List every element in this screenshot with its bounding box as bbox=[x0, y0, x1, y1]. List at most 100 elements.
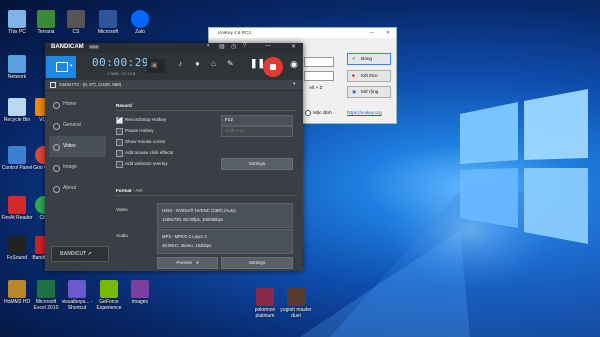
desktop-icon-images[interactable]: images bbox=[124, 280, 156, 305]
stop-icon bbox=[270, 64, 276, 70]
sidebar-item-home[interactable]: Home bbox=[49, 94, 106, 115]
video-label: Video bbox=[116, 207, 128, 212]
video-format-box[interactable]: H264 - NVIDIA® NVENC (CBR) (Auto) 1280x7… bbox=[157, 203, 293, 228]
exit-icon: ■ bbox=[352, 73, 355, 78]
unikey-link[interactable]: https://unikey.org bbox=[347, 110, 382, 115]
desktop-icon-pokemon[interactable]: pokemon platinum bbox=[249, 288, 281, 319]
visualboy-icon bbox=[68, 280, 86, 298]
lock-icon[interactable]: ▪ bbox=[207, 43, 209, 49]
draw-icon[interactable]: ✎ bbox=[227, 59, 234, 68]
resolution-text: 1440x773 - (0, 87), (1440, 860) bbox=[59, 82, 122, 87]
mouse-icon[interactable]: ⌂ bbox=[211, 59, 216, 68]
ket-thuc-button[interactable]: ■ Kết thúc bbox=[347, 70, 391, 82]
home-icon bbox=[53, 102, 60, 109]
video-icon bbox=[53, 144, 60, 151]
pokemon-icon bbox=[256, 288, 274, 306]
mac-dinh-label: Mặc định bbox=[313, 110, 332, 115]
clock-icon[interactable]: ◷ bbox=[231, 43, 236, 50]
format-settings-button[interactable]: Settings bbox=[221, 257, 293, 269]
bandicut-button[interactable]: BANDICUT ↗ bbox=[51, 246, 109, 262]
sidebar-item-general[interactable]: General bbox=[49, 115, 106, 136]
audio-format-box[interactable]: MP3 - MPEG-1 Layer 3 48.0KHz, stereo, 19… bbox=[157, 229, 293, 254]
desktop-icon-excel[interactable]: Microsoft Excel 2010 bbox=[30, 280, 62, 311]
reader-icon bbox=[8, 196, 26, 214]
record-stop-button[interactable] bbox=[263, 57, 283, 77]
click-effects-checkbox[interactable] bbox=[116, 150, 123, 157]
help-icon[interactable]: ? bbox=[243, 43, 246, 49]
minimize-button[interactable]: — bbox=[265, 43, 271, 49]
microphone-icon[interactable]: ● bbox=[195, 59, 200, 68]
desktop-icon-network[interactable]: Network bbox=[1, 55, 33, 80]
audio-label: Audio bbox=[116, 233, 128, 238]
bandicam-window[interactable]: BANDICAM 64bit ▪ ▤ ◷ ? — ✕ ▾ 00:00:29 1.… bbox=[45, 43, 303, 271]
presets-button[interactable]: Presets ▾ bbox=[157, 257, 218, 269]
control-panel-icon bbox=[8, 146, 26, 164]
screen-rectangle-icon bbox=[56, 62, 68, 72]
sidebar-item-about[interactable]: About bbox=[49, 178, 106, 199]
minimize-button[interactable]: — bbox=[369, 28, 374, 38]
terraria-icon bbox=[37, 10, 55, 28]
desktop-icon-visualboy[interactable]: visualboya... - Shortcut bbox=[61, 280, 93, 311]
bandicam-logo: BANDICAM bbox=[51, 44, 84, 50]
speaker-icon[interactable]: ♪ bbox=[178, 59, 182, 68]
sidebar-item-image[interactable]: Image bbox=[49, 157, 106, 178]
record-settings-button[interactable]: Settings bbox=[221, 158, 293, 170]
excel-icon bbox=[37, 280, 55, 298]
bandicam-badge: 64bit bbox=[89, 45, 99, 49]
webcam-button[interactable]: ▣ bbox=[147, 59, 165, 73]
mac-dinh-radio[interactable] bbox=[305, 110, 311, 116]
unikey-title-bar: UniKey 4.6 RC2 — ✕ bbox=[209, 28, 396, 38]
video-settings-panel: Record ✔ Record/Stop Hotkey F12 Pause Ho… bbox=[113, 94, 299, 269]
bandicam-toolbar: ▾ 00:00:29 1.3MB / 22.1GB ▣ ♪ ● ⌂ ✎ ❚❚ ◉ bbox=[45, 53, 303, 80]
expand-icon: ▣ bbox=[352, 89, 357, 94]
unikey-shortcut: Alt + Z bbox=[309, 85, 323, 90]
desktop-icon-yugioh[interactable]: yugioh master duel bbox=[280, 288, 312, 319]
chevron-down-icon: ▾ bbox=[196, 260, 199, 265]
gear-icon bbox=[53, 123, 60, 130]
cs-icon bbox=[67, 10, 85, 28]
mo-rong-button[interactable]: ▣ Mở rộng bbox=[347, 86, 391, 98]
close-button[interactable]: ✕ bbox=[291, 43, 296, 50]
geforce-icon bbox=[100, 280, 118, 298]
record-hotkey-checkbox[interactable]: ✔ bbox=[116, 116, 123, 124]
file-size: 1.3MB / 22.1GB bbox=[107, 71, 136, 76]
window-icon bbox=[50, 82, 56, 88]
screen-mode-button[interactable]: ▾ bbox=[46, 56, 76, 78]
desktop-icon-cs[interactable]: CS bbox=[60, 10, 92, 35]
folder-icon bbox=[131, 280, 149, 298]
pause-hotkey-checkbox[interactable] bbox=[116, 128, 123, 135]
image-icon bbox=[53, 165, 60, 172]
unikey-select-2[interactable] bbox=[304, 71, 334, 81]
show-cursor-checkbox[interactable] bbox=[116, 139, 123, 146]
sidebar: Home General Video Image About bbox=[49, 94, 106, 240]
desktop-icon-zalo[interactable]: Zalo bbox=[124, 10, 156, 35]
network-icon bbox=[8, 55, 26, 73]
section-divider bbox=[116, 110, 296, 111]
desktop-icon-homm3[interactable]: HoMM3 HD bbox=[1, 280, 33, 305]
sidebar-item-video[interactable]: Video bbox=[49, 136, 106, 157]
click-effects-label: Add mouse click effects bbox=[125, 150, 174, 155]
show-cursor-label: Show mouse cursor bbox=[125, 139, 166, 144]
desktop-icon-this-pc[interactable]: This PC bbox=[1, 10, 33, 35]
webcam-icon: ▣ bbox=[151, 62, 158, 69]
dong-button[interactable]: ✔ Đóng bbox=[347, 53, 391, 65]
check-icon: ✔ bbox=[352, 56, 356, 61]
resolution-bar[interactable]: 1440x773 - (0, 87), (1440, 860) ▾ bbox=[45, 80, 303, 91]
desktop-icon-geforce[interactable]: GeForce Experience bbox=[93, 280, 125, 311]
check-icon: ✔ bbox=[117, 116, 122, 122]
pause-hotkey-label: Pause Hotkey bbox=[125, 128, 154, 133]
info-icon bbox=[53, 186, 60, 193]
desktop-icon-terraria[interactable]: Terraria bbox=[30, 10, 62, 35]
unikey-select-1[interactable] bbox=[304, 57, 334, 67]
webcam-overlay-checkbox[interactable] bbox=[116, 161, 123, 168]
chevron-down-icon[interactable]: ▾ bbox=[293, 81, 296, 87]
record-hotkey-field[interactable]: F12 bbox=[221, 115, 293, 126]
screenshot-camera-icon[interactable]: ◉ bbox=[290, 59, 298, 70]
pause-hotkey-field[interactable]: Shift+F12 bbox=[221, 126, 293, 137]
record-section-title: Record bbox=[116, 103, 132, 108]
computer-icon bbox=[8, 10, 26, 28]
windows-logo bbox=[460, 89, 588, 244]
folder-icon[interactable]: ▤ bbox=[219, 43, 225, 50]
close-button[interactable]: ✕ bbox=[386, 28, 390, 38]
desktop-icon-microsoft-word[interactable]: Microsoft bbox=[92, 10, 124, 35]
